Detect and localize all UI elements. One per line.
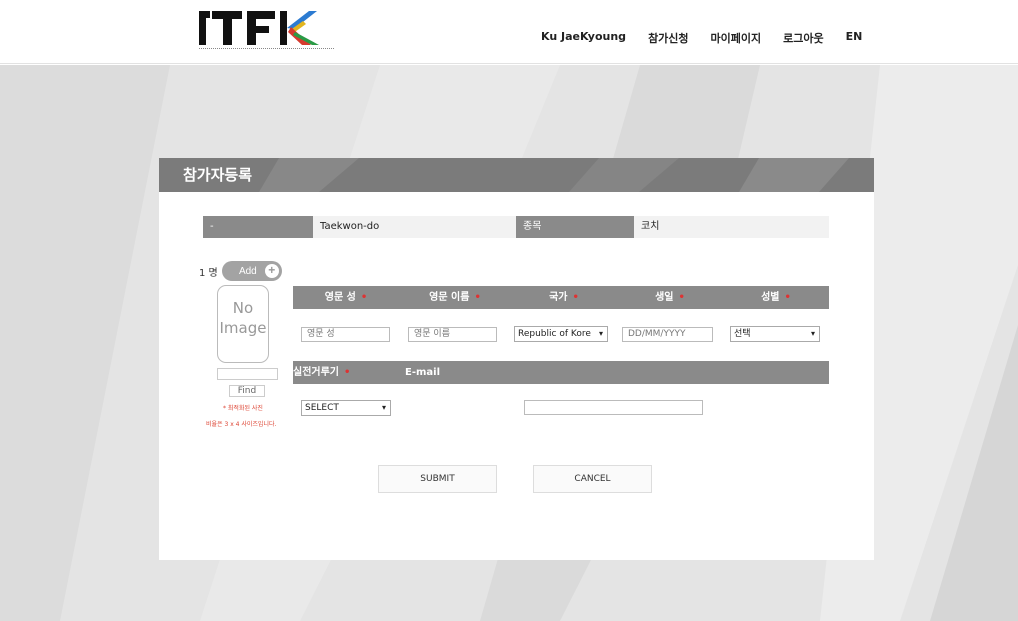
participant-count-row: 1 명 Add + [199,261,282,281]
country-select[interactable]: Republic of Kore ▾ [514,326,608,342]
add-participant-button[interactable]: Add + [221,261,282,281]
event-value: Taekwon-do [313,216,516,238]
panel-header-pattern [259,158,849,192]
logo-tagline [199,48,334,52]
logo-mark [199,11,319,45]
col-email: E-mail [405,367,441,378]
last-name-input[interactable]: 영문 성 [301,327,390,342]
col-gender: 성별 • [761,292,791,303]
nav-apply[interactable]: 참가신청 [648,30,688,46]
first-name-input[interactable]: 영문 이름 [408,327,497,342]
itf-logo[interactable] [199,7,334,55]
photo-placeholder-line1: No [232,299,254,317]
col-birthday: 생일 • [655,292,685,303]
add-label: Add [238,265,257,277]
col-country: 국가 • [549,292,579,303]
submit-button[interactable]: SUBMIT [378,465,497,493]
nav-logout[interactable]: 로그아웃 [783,30,823,46]
sparring-select[interactable]: SELECT ▾ [301,400,391,416]
event-info-row: - Taekwon-do 종목 코치 [203,216,829,238]
site-header: Ku JaeKyoung 참가신청 마이페이지 로그아웃 EN [0,0,1018,64]
photo-placeholder-line2: Image [219,319,267,337]
category-label: 종목 [516,216,634,238]
col-sparring: 실전거루기 • [293,367,351,378]
country-value: Republic of Kore [518,329,591,339]
photo-placeholder: No Image [217,285,269,363]
photo-note: * 최적화된 사진 [223,405,263,412]
participant-count: 1 명 [199,267,218,279]
gender-value: 선택 [734,329,751,339]
chevron-down-icon: ▾ [598,329,603,338]
plus-icon: + [264,264,279,278]
event-label: - [203,216,313,238]
photo-ratio-note: 비율은 3 x 4 사이즈입니다. [206,421,277,428]
email-input[interactable] [524,400,703,415]
sparring-value: SELECT [305,403,339,413]
category-value: 코치 [634,216,829,238]
col-last-name: 영문 성 • [324,292,368,303]
photo-file-field[interactable] [217,368,278,380]
participant-table-header: 영문 성 • 영문 이름 • 국가 • 생일 • 성별 • [293,286,829,309]
extra-table-header: 실전거루기 • E-mail [293,361,829,384]
registration-panel: 참가자등록 - Taekwon-do 종목 코치 1 명 Add + No Im… [159,158,874,560]
top-nav: Ku JaeKyoung 참가신청 마이페이지 로그아웃 EN [541,30,884,46]
nav-language[interactable]: EN [846,30,863,46]
find-photo-button[interactable]: Find [229,385,265,397]
panel-title: 참가자등록 [183,166,253,184]
chevron-down-icon: ▾ [381,403,386,412]
col-first-name: 영문 이름 • [429,292,481,303]
panel-header: 참가자등록 [159,158,874,192]
birthday-input[interactable]: DD/MM/YYYY [622,327,713,342]
nav-user[interactable]: Ku JaeKyoung [541,30,626,46]
cancel-button[interactable]: CANCEL [533,465,652,493]
nav-mypage[interactable]: 마이페이지 [711,30,762,46]
gender-select[interactable]: 선택 ▾ [730,326,820,342]
chevron-down-icon: ▾ [810,329,815,338]
